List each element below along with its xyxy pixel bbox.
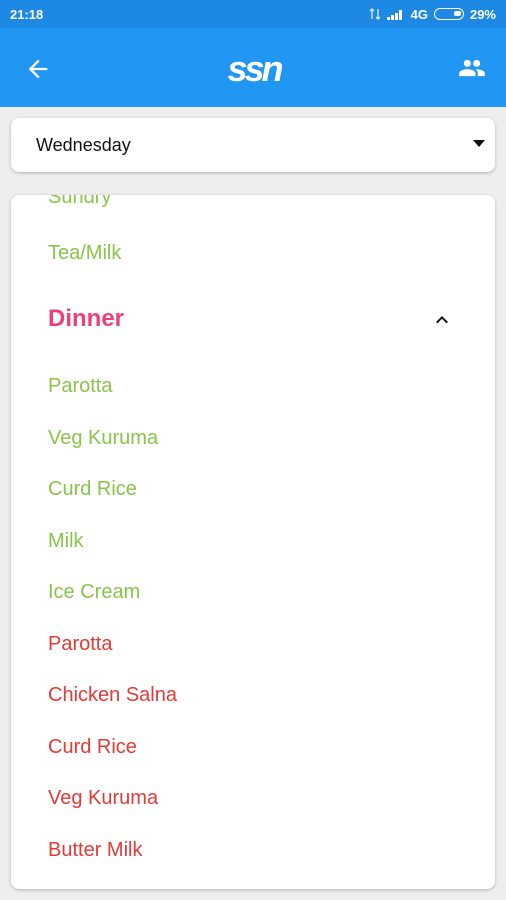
dropdown-arrow-icon [473, 140, 485, 147]
menu-item-nonveg: Curd Rice [48, 736, 137, 758]
menu-item-nonveg: Butter Milk [48, 839, 143, 861]
battery-percent: 29% [469, 6, 496, 22]
menu-item-veg: Ice Cream [48, 581, 141, 603]
cut-off-item: Sundry [48, 195, 112, 208]
menu-item-nonveg: Chicken Salna [48, 684, 177, 706]
section-title-dinner[interactable]: Dinner [48, 305, 124, 333]
day-dropdown-value: Wednesday [36, 135, 131, 155]
people-icon[interactable] [455, 54, 489, 82]
signal-icon [386, 10, 402, 20]
day-dropdown[interactable]: Wednesday [11, 118, 495, 172]
data-arrows-icon [369, 8, 381, 20]
menu-item-nonveg: Veg Kuruma [48, 787, 159, 809]
app-logo: ssn [227, 48, 283, 89]
menu-card[interactable]: Sundry Tea/Milk Dinner Parotta Veg Kurum… [11, 195, 495, 889]
status-icons: 4G 29% [369, 7, 496, 22]
menu-item-veg: Milk [48, 530, 84, 552]
network-type: 4G [410, 6, 428, 22]
battery-icon [433, 8, 464, 20]
menu-item-nonveg: Parotta [48, 633, 113, 655]
app-bar: ssn [0, 28, 506, 107]
back-arrow-icon[interactable] [24, 55, 52, 83]
menu-item-veg: Veg Kuruma [48, 427, 159, 449]
chevron-up-icon[interactable] [430, 308, 454, 332]
tea-item: Tea/Milk [48, 242, 122, 264]
status-bar: 21:18 4G 29% [0, 0, 506, 28]
status-time: 21:18 [10, 6, 44, 22]
menu-item-veg: Parotta [48, 375, 113, 397]
menu-item-veg: Curd Rice [48, 478, 137, 500]
